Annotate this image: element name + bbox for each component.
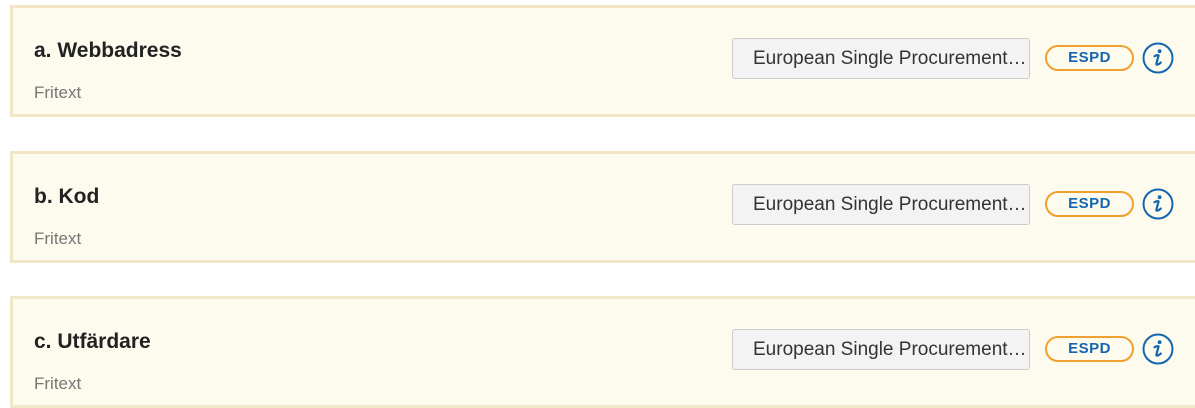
source-document-button[interactable]: European Single Procurement Document	[732, 38, 1030, 79]
criterion-title: b. Kod	[34, 185, 100, 208]
criterion-card-webbadress: a. Webbadress Fritext European Single Pr…	[10, 5, 1195, 117]
criterion-type: Fritext	[34, 83, 82, 102]
info-icon[interactable]	[1142, 42, 1174, 74]
source-document-button[interactable]: European Single Procurement Document	[732, 184, 1030, 225]
info-icon[interactable]	[1142, 188, 1174, 220]
source-document-button[interactable]: European Single Procurement Document	[732, 329, 1030, 370]
criterion-title: a. Webbadress	[34, 39, 182, 62]
criterion-type: Fritext	[34, 229, 82, 248]
criterion-title: c. Utfärdare	[34, 330, 151, 353]
criterion-card-kod: b. Kod Fritext European Single Procureme…	[10, 151, 1195, 263]
criterion-type: Fritext	[34, 374, 82, 393]
info-icon[interactable]	[1142, 333, 1174, 365]
espd-badge: ESPD	[1045, 336, 1134, 362]
espd-badge: ESPD	[1045, 45, 1134, 71]
criterion-card-utfardare: c. Utfärdare Fritext European Single Pro…	[10, 296, 1195, 408]
espd-badge: ESPD	[1045, 191, 1134, 217]
